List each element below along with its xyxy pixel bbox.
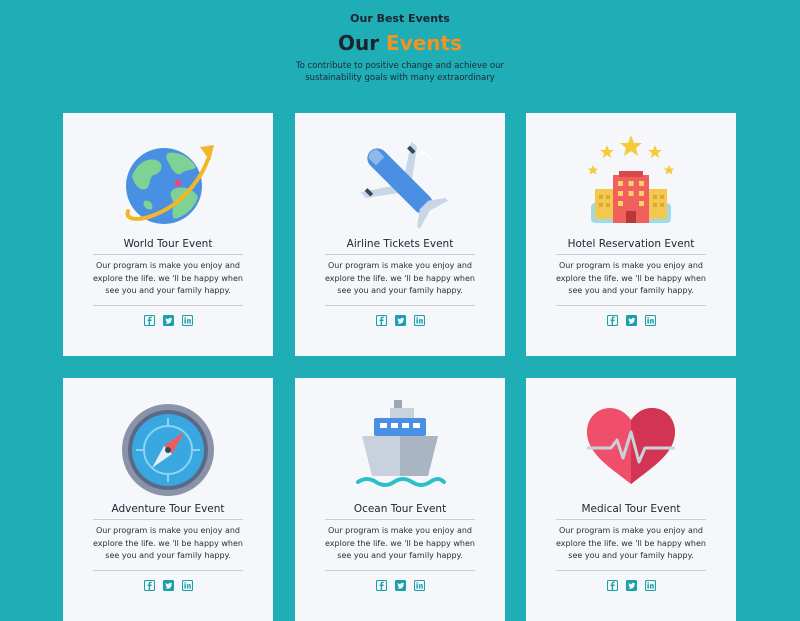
divider: [93, 519, 243, 520]
event-card-adventure-tour: Adventure Tour Event Our program is make…: [63, 378, 273, 621]
twitter-icon[interactable]: [625, 315, 637, 326]
card-title: Ocean Tour Event: [353, 503, 447, 515]
card-description: Our program is make you enjoy and explor…: [556, 261, 706, 295]
event-card-airline-tickets: Airline Tickets Event Our program is mak…: [295, 113, 505, 356]
event-card-ocean-tour: Ocean Tour Event Our program is make you…: [295, 378, 505, 621]
card-description: Our program is make you enjoy and explor…: [325, 526, 475, 560]
section-tagline: To contribute to positive change and ach…: [295, 61, 504, 83]
divider: [556, 519, 706, 520]
social-links: [63, 315, 273, 329]
compass-icon: [118, 396, 218, 496]
globe-icon: [118, 131, 218, 231]
divider: [93, 254, 243, 255]
twitter-icon[interactable]: [394, 315, 406, 326]
linkedin-icon[interactable]: [413, 315, 425, 326]
social-links: [526, 315, 736, 329]
card-description: Our program is make you enjoy and explor…: [325, 261, 475, 295]
linkedin-icon[interactable]: [644, 580, 656, 591]
linkedin-icon[interactable]: [181, 580, 193, 591]
hotel-icon: [581, 131, 681, 231]
facebook-icon[interactable]: [606, 315, 618, 326]
divider: [93, 305, 243, 306]
section-title: Our Events: [0, 30, 800, 56]
title-main: Our: [337, 31, 380, 55]
event-card-world-tour: World Tour Event Our program is make you…: [63, 113, 273, 356]
divider: [556, 305, 706, 306]
linkedin-icon[interactable]: [644, 315, 656, 326]
event-card-medical-tour: Medical Tour Event Our program is make y…: [526, 378, 736, 621]
card-title: Airline Tickets Event: [346, 238, 454, 250]
twitter-icon[interactable]: [162, 580, 174, 591]
divider: [325, 570, 475, 571]
card-description: Our program is make you enjoy and explor…: [556, 526, 706, 560]
divider: [325, 519, 475, 520]
facebook-icon[interactable]: [375, 580, 387, 591]
divider: [325, 254, 475, 255]
card-description: Our program is make you enjoy and explor…: [93, 526, 243, 560]
twitter-icon[interactable]: [625, 580, 637, 591]
ship-icon: [350, 396, 450, 496]
card-title: Adventure Tour Event: [111, 503, 225, 515]
divider: [93, 570, 243, 571]
social-links: [295, 315, 505, 329]
social-links: [63, 580, 273, 594]
facebook-icon[interactable]: [143, 315, 155, 326]
facebook-icon[interactable]: [606, 580, 618, 591]
divider: [325, 305, 475, 306]
card-description: Our program is make you enjoy and explor…: [93, 261, 243, 295]
twitter-icon[interactable]: [162, 315, 174, 326]
heart-icon: [581, 396, 681, 496]
social-links: [295, 580, 505, 594]
linkedin-icon[interactable]: [413, 580, 425, 591]
card-title: World Tour Event: [123, 238, 213, 250]
airplane-icon: [350, 131, 450, 231]
title-accent: Events: [386, 31, 463, 55]
section-subheading: Our Best Events: [350, 12, 450, 25]
twitter-icon[interactable]: [394, 580, 406, 591]
facebook-icon[interactable]: [143, 580, 155, 591]
linkedin-icon[interactable]: [181, 315, 193, 326]
card-title: Medical Tour Event: [581, 503, 681, 515]
facebook-icon[interactable]: [375, 315, 387, 326]
social-links: [526, 580, 736, 594]
divider: [556, 570, 706, 571]
divider: [556, 254, 706, 255]
event-card-hotel-reservation: Hotel Reservation Event Our program is m…: [526, 113, 736, 356]
card-title: Hotel Reservation Event: [567, 238, 695, 250]
